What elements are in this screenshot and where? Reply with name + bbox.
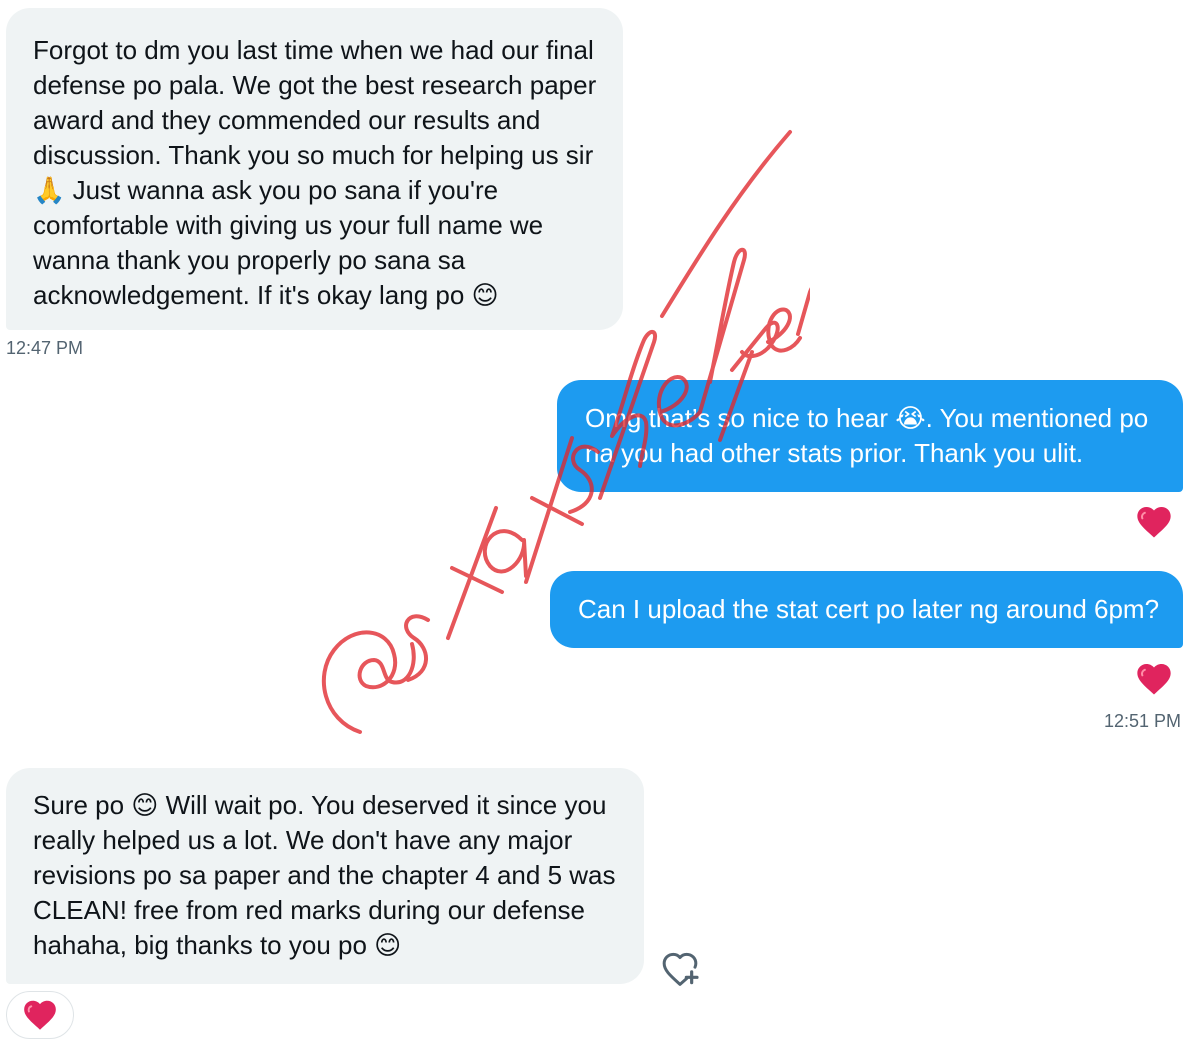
message-line: Can I upload the stat cert po later ng a…: [578, 594, 1160, 624]
message-bubble-outgoing-1[interactable]: Omg that’s so nice to hear 😭. You mentio…: [557, 380, 1183, 492]
message-line: award and they commended our results and: [33, 105, 541, 135]
message-line: comfortable with giving us your full nam…: [33, 210, 544, 240]
message-line: 🙏 Just wanna ask you po sana if you're: [33, 175, 499, 205]
timestamp: 12:51 PM: [1103, 711, 1181, 731]
message-line: defense po pala. We got the best researc…: [33, 70, 597, 100]
message-line: Omg that’s so nice to hear 😭. You mentio…: [585, 403, 1149, 433]
message-line: wanna thank you properly po sana sa: [33, 245, 466, 275]
timestamp: 12:47 PM: [6, 338, 84, 358]
message-line: hahaha, big thanks to you po 😊: [33, 930, 402, 960]
message-line: acknowledgement. If it's okay lang po 😊: [33, 280, 499, 310]
message-line: revisions po sa paper and the chapter 4 …: [33, 860, 616, 890]
message-line: Sure po 😊 Will wait po. You deserved it …: [33, 790, 607, 820]
reaction-pill[interactable]: [6, 991, 74, 1039]
message-bubble-incoming-1[interactable]: Forgot to dm you last time when we had o…: [6, 8, 623, 330]
message-line: really helped us a lot. We don't have an…: [33, 825, 573, 855]
heart-icon: [24, 1000, 56, 1030]
message-line: CLEAN! free from red marks during our de…: [33, 895, 586, 925]
message-line: Forgot to dm you last time when we had o…: [33, 35, 594, 65]
heart-plus-icon[interactable]: [660, 946, 700, 986]
heart-icon[interactable]: [1134, 502, 1174, 542]
message-bubble-outgoing-2[interactable]: Can I upload the stat cert po later ng a…: [550, 571, 1183, 648]
message-bubble-incoming-2[interactable]: Sure po 😊 Will wait po. You deserved it …: [6, 768, 644, 984]
heart-icon[interactable]: [1134, 659, 1174, 699]
message-line: na you had other stats prior. Thank you …: [585, 438, 1084, 468]
message-line: discussion. Thank you so much for helpin…: [33, 140, 594, 170]
